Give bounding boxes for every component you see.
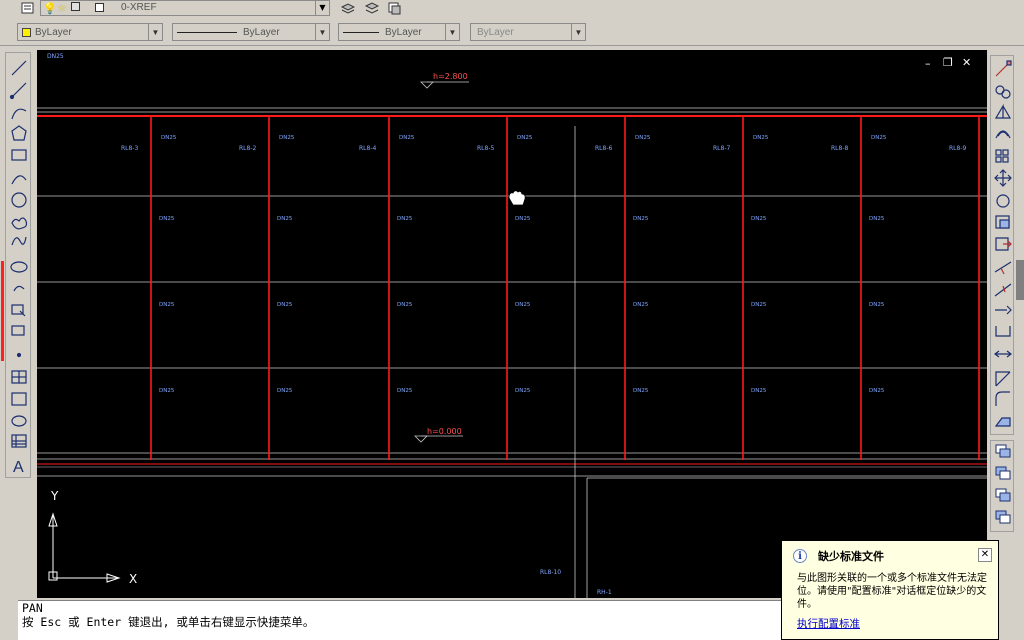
pipe-size-label: DN25 <box>635 135 651 141</box>
pipe-size-label: DN25 <box>633 216 649 222</box>
command-line[interactable]: PAN 按 Esc 或 Enter 键退出, 或单击右键显示快捷菜单。 <box>18 600 800 640</box>
draworder-toolbar <box>990 440 1014 532</box>
pipe-size-label: DN25 <box>515 216 531 222</box>
elevation-top: h=2.800 <box>433 72 468 81</box>
pipe-size-label: DN25 <box>871 135 887 141</box>
configure-standards-link[interactable]: 执行配置标准 <box>797 616 860 631</box>
close-icon[interactable]: ✕ <box>978 548 992 562</box>
linetype-value: ByLayer <box>243 26 280 38</box>
command-history: PAN <box>22 601 43 615</box>
draworder-icons <box>995 444 1011 524</box>
layer-previous-icon[interactable] <box>364 0 380 16</box>
pipe-size-label: DN25 <box>751 216 767 222</box>
pipe-size-label: DN25 <box>159 388 175 394</box>
modify-toolbar <box>990 55 1014 435</box>
pipe-size-label: DN25 <box>161 135 177 141</box>
command-prompt: 按 Esc 或 Enter 键退出, 或单击右键显示快捷菜单。 <box>22 615 315 629</box>
pipe-size-label: DN25 <box>751 388 767 394</box>
drawing-area[interactable]: DN25 – ❐ ✕ RL8-3 DN25 DN25 DN25 DN25 RL8-2 DN2… <box>37 50 987 598</box>
pipe-size-label: DN25 <box>753 135 769 141</box>
modify-tools-icons <box>994 60 1012 427</box>
riser-label: RL8-3 <box>121 145 138 152</box>
make-current-layer-icon[interactable] <box>340 0 356 16</box>
lineweight-control[interactable]: ByLayer ▼ <box>338 23 460 41</box>
pipe-size-label: DN25 <box>515 302 531 308</box>
linetype-preview <box>177 31 237 33</box>
elevation-bottom: h=0.000 <box>427 427 462 436</box>
riser-label-bottom: RL8-10 <box>540 569 561 576</box>
riser-label: RL8-7 <box>713 145 730 152</box>
pipe-size-label: DN25 <box>397 302 413 308</box>
autocad-window: 💡 ☼ 0-XREF ▼ ByLayer ▼ ByLayer ▼ ByLayer… <box>0 0 1024 640</box>
pipe-size-label: DN25 <box>751 302 767 308</box>
cad-drawing: RL8-3 DN25 DN25 DN25 DN25 RL8-2 DN25 DN25 DN25 DN… <box>37 72 987 598</box>
pipe-size-label: DN25 <box>277 388 293 394</box>
riser-label: RL8-8 <box>831 145 848 152</box>
plotstyle-value: ByLayer <box>477 26 514 38</box>
layer-color-swatch <box>95 3 104 12</box>
chevron-down-icon[interactable]: ▼ <box>148 24 162 40</box>
chevron-down-icon[interactable]: ▼ <box>315 1 329 15</box>
pipe-size-label: DN25 <box>159 216 175 222</box>
pipe-size-label: DN25 <box>279 135 295 141</box>
pipe-size-label: DN25 <box>399 135 415 141</box>
lineweight-value: ByLayer <box>385 26 422 38</box>
notification-title: 缺少标准文件 <box>818 550 884 563</box>
lineweight-preview <box>343 31 379 33</box>
pipe-size-label: DN25 <box>869 216 885 222</box>
riser-label: RL8-2 <box>239 145 256 152</box>
standards-notification: i 缺少标准文件 ✕ 与此图形关联的一个或多个标准文件无法定位。请使用"配置标准… <box>781 540 999 640</box>
sun-icon: ☼ <box>57 2 67 15</box>
color-value: ByLayer <box>35 26 72 38</box>
layer-states-icon[interactable] <box>386 0 402 16</box>
pipe-size-label: DN25 <box>397 216 413 222</box>
scroll-handle[interactable] <box>1016 260 1024 300</box>
lightbulb-icon: 💡 <box>43 2 57 15</box>
linetype-control[interactable]: ByLayer ▼ <box>172 23 330 41</box>
riser-label-bottom-2: RH-1 <box>597 589 612 596</box>
color-swatch <box>22 27 31 37</box>
pipe-size-label: DN25 <box>517 135 533 141</box>
svg-text:A: A <box>13 459 24 476</box>
riser-label: RL8-6 <box>595 145 612 152</box>
pipe-size-label: DN25 <box>869 388 885 394</box>
layer-toolbar: 💡 ☼ 0-XREF ▼ <box>0 0 1024 18</box>
info-icon: i <box>793 549 807 563</box>
chevron-down-icon[interactable]: ▼ <box>315 24 329 40</box>
command-line-grip <box>0 600 18 640</box>
pipe-size-label: DN25 <box>515 388 531 394</box>
layer-name: 0-XREF <box>121 2 157 13</box>
pipe-size-label: DN25 <box>277 302 293 308</box>
layer-manager-icon[interactable] <box>20 0 36 16</box>
pipe-size-label: DN25 <box>633 388 649 394</box>
ucs-x-label: X <box>129 572 137 586</box>
pan-cursor-icon <box>508 190 526 206</box>
pipe-size-label: DN25 <box>633 302 649 308</box>
lock-icon <box>71 2 80 11</box>
toolbar-marker <box>1 261 4 361</box>
chevron-down-icon[interactable]: ▼ <box>571 24 585 40</box>
color-control[interactable]: ByLayer ▼ <box>17 23 163 41</box>
notification-body: 与此图形关联的一个或多个标准文件无法定位。请使用"配置标准"对话框定位缺少的文件… <box>797 573 987 610</box>
pipe-size-label: DN25 <box>159 302 175 308</box>
properties-toolbar: ByLayer ▼ ByLayer ▼ ByLayer ▼ ByLayer ▼ <box>0 18 1024 46</box>
draw-tools-icons: A <box>9 60 28 476</box>
pipe-size-label: DN25 <box>277 216 293 222</box>
riser-label: RL8-9 <box>949 145 966 152</box>
draw-toolbar: A <box>1 52 31 478</box>
chevron-down-icon[interactable]: ▼ <box>445 24 459 40</box>
plotstyle-control[interactable]: ByLayer ▼ <box>470 23 586 41</box>
riser-label: RL8-5 <box>477 145 494 152</box>
ucs-y-label: Y <box>50 489 59 503</box>
layer-dropdown[interactable]: 💡 ☼ 0-XREF ▼ <box>40 0 330 16</box>
pipe-size-label: DN25 <box>869 302 885 308</box>
riser-label: RL8-4 <box>359 145 376 152</box>
pipe-size-label: DN25 <box>397 388 413 394</box>
